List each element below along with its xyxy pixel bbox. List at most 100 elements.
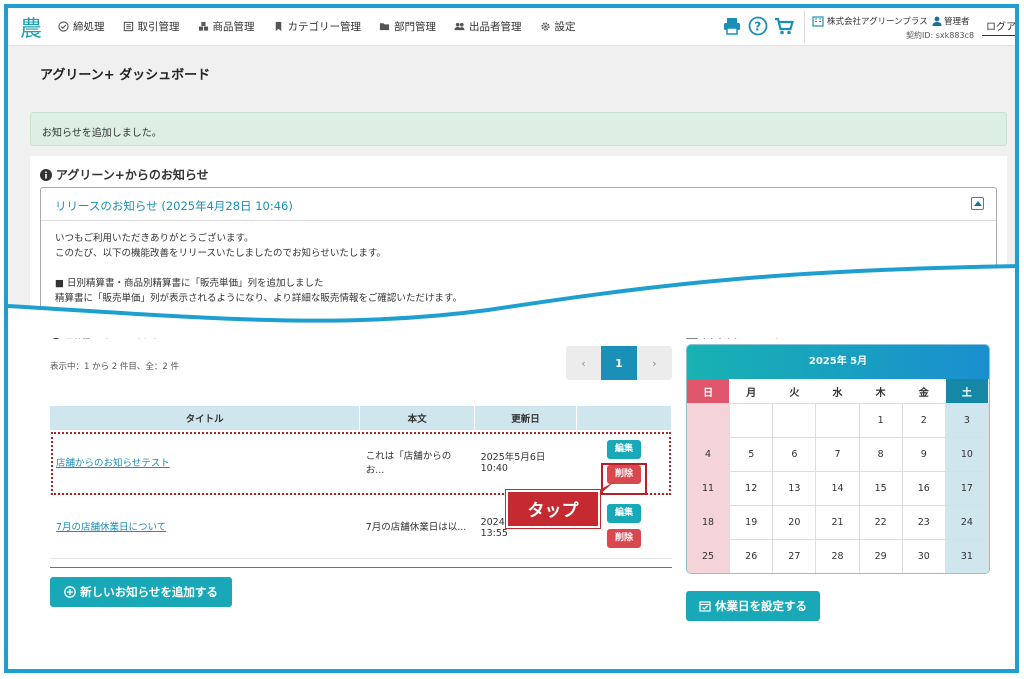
company-name: 株式会社アグリーンプラス xyxy=(812,15,928,27)
column-header: 本文 xyxy=(359,406,476,430)
result-count: 表示中：1 から 2 件目、全：2 件 xyxy=(50,362,180,372)
weekday-header: 土 xyxy=(945,379,989,403)
nav-categories[interactable]: カテゴリー管理 xyxy=(273,19,362,34)
weekday-header: 月 xyxy=(730,379,774,403)
edit-button[interactable]: 編集 xyxy=(607,504,641,523)
notice-title-link[interactable]: 7月の店舗休業日について xyxy=(56,522,166,533)
nav-label: 締処理 xyxy=(73,21,105,33)
pager-next[interactable]: › xyxy=(637,346,672,380)
nav-products[interactable]: 商品管理 xyxy=(198,19,255,34)
screenshot-frame: 農 締処理 取引管理 商品管理 カテゴリー管理 部門管理 出品者管理 設定 ? … xyxy=(4,4,1019,673)
nav-label: 設定 xyxy=(554,21,576,33)
calendar-check-icon xyxy=(699,601,711,612)
calendar-day[interactable]: 12 xyxy=(730,471,774,505)
calendar-day[interactable]: 23 xyxy=(902,505,946,539)
svg-text:?: ? xyxy=(754,20,761,34)
nav-settings[interactable]: 設定 xyxy=(540,19,576,34)
calendar-day[interactable]: 11 xyxy=(687,471,731,505)
nav-sellers[interactable]: 出品者管理 xyxy=(454,19,522,34)
logout-button[interactable]: ログアウト xyxy=(982,16,1015,36)
column-header: タイトル xyxy=(50,406,361,430)
nav-transactions[interactable]: 取引管理 xyxy=(123,19,180,34)
calendar-day[interactable]: 2 xyxy=(902,403,946,437)
nav-label: カテゴリー管理 xyxy=(287,21,362,33)
calendar-day[interactable]: 3 xyxy=(945,403,989,437)
lower-content: 店舗からのお知らせ 表示中：1 から 2 件目、全：2 件 ‹ 1 › タイトル… xyxy=(8,314,1015,669)
calendar-day[interactable]: 19 xyxy=(730,505,774,539)
column-header: 更新日 xyxy=(474,406,578,430)
calendar-day[interactable]: 31 xyxy=(945,539,989,573)
divider xyxy=(41,220,996,221)
calendar-day[interactable]: 30 xyxy=(902,539,946,573)
calendar-day[interactable]: 21 xyxy=(816,505,860,539)
calendar-day[interactable]: 25 xyxy=(687,539,731,573)
calendar-day[interactable]: 16 xyxy=(902,471,946,505)
calendar-day[interactable]: 8 xyxy=(859,437,903,471)
help-icon[interactable]: ? xyxy=(748,16,768,36)
calendar-day[interactable]: 7 xyxy=(816,437,860,471)
nav-close-processing[interactable]: 締処理 xyxy=(58,19,105,34)
calendar-day[interactable]: 18 xyxy=(687,505,731,539)
cart-icon[interactable] xyxy=(774,16,794,36)
calendar-day[interactable]: 9 xyxy=(902,437,946,471)
calendar-day[interactable]: 13 xyxy=(773,471,817,505)
svg-text:農: 農 xyxy=(20,17,42,40)
pagination: ‹ 1 › xyxy=(566,346,672,380)
calendar-day xyxy=(816,403,860,437)
page-title: アグリーン+ ダッシュボード xyxy=(40,68,211,83)
header-divider xyxy=(804,11,805,43)
boxes-icon xyxy=(198,21,208,31)
calendar-day[interactable]: 1 xyxy=(859,403,903,437)
calendar-day xyxy=(687,403,731,437)
calendar-day[interactable]: 24 xyxy=(945,505,989,539)
calendar-day[interactable]: 26 xyxy=(730,539,774,573)
calendar-day[interactable]: 10 xyxy=(945,437,989,471)
business-calendar: 2025年 5月 日 月 火 水 木 金 土 1 2 3 4 5 6 7 8 9 10 11 12 13… xyxy=(686,344,990,574)
calendar-day[interactable]: 20 xyxy=(773,505,817,539)
success-alert: お知らせを追加しました。 xyxy=(30,112,1007,146)
weekday-header: 木 xyxy=(859,379,903,403)
calendar-day[interactable]: 4 xyxy=(687,437,731,471)
gear-icon xyxy=(540,22,550,31)
calendar-day[interactable]: 15 xyxy=(859,471,903,505)
nav-label: 出品者管理 xyxy=(469,21,522,33)
weekday-header: 金 xyxy=(902,379,946,403)
nav-label: 部門管理 xyxy=(394,21,436,33)
calendar-day[interactable]: 6 xyxy=(773,437,817,471)
top-nav-bar: 農 締処理 取引管理 商品管理 カテゴリー管理 部門管理 出品者管理 設定 ? … xyxy=(8,8,1015,46)
tap-callout: タップ xyxy=(506,490,600,528)
printer-icon[interactable] xyxy=(722,16,742,36)
calendar-day[interactable]: 14 xyxy=(816,471,860,505)
calendar-grid: 日 月 火 水 木 金 土 1 2 3 4 5 6 7 8 9 10 11 12 13 14 15 16 17 1… xyxy=(687,379,989,573)
ledger-icon xyxy=(123,21,133,32)
delete-button[interactable]: 削除 xyxy=(607,529,641,548)
pager-prev[interactable]: ‹ xyxy=(566,346,601,380)
torn-edge-separator xyxy=(8,264,1015,338)
app-logo[interactable]: 農 xyxy=(18,14,44,42)
building-icon xyxy=(812,15,824,27)
header-icons: ? xyxy=(722,16,794,36)
add-notice-button[interactable]: 新しいお知らせを追加する xyxy=(50,577,232,607)
bookmark-icon xyxy=(275,21,281,32)
plus-circle-icon xyxy=(64,586,76,598)
calendar-day[interactable]: 5 xyxy=(730,437,774,471)
release-title[interactable]: リリースのお知らせ (2025年4月28日 10:46) xyxy=(55,198,293,214)
table-bottom-rule xyxy=(50,567,672,568)
user-icon xyxy=(932,16,942,26)
calendar-day[interactable]: 27 xyxy=(773,539,817,573)
calendar-day[interactable]: 22 xyxy=(859,505,903,539)
pager-page[interactable]: 1 xyxy=(601,346,637,380)
calendar-day[interactable]: 29 xyxy=(859,539,903,573)
calendar-day[interactable]: 17 xyxy=(945,471,989,505)
check-circle-icon xyxy=(58,21,69,32)
set-holiday-button[interactable]: 休業日を設定する xyxy=(686,591,820,621)
nav-departments[interactable]: 部門管理 xyxy=(379,19,436,34)
table-header-row: タイトル 本文 更新日 xyxy=(50,406,672,430)
users-icon xyxy=(454,22,465,31)
weekday-header: 日 xyxy=(687,379,731,403)
calendar-day[interactable]: 28 xyxy=(816,539,860,573)
nav-label: 取引管理 xyxy=(137,21,180,33)
column-header xyxy=(576,406,672,430)
folder-icon xyxy=(379,23,390,31)
collapse-toggle-icon[interactable] xyxy=(971,197,984,210)
